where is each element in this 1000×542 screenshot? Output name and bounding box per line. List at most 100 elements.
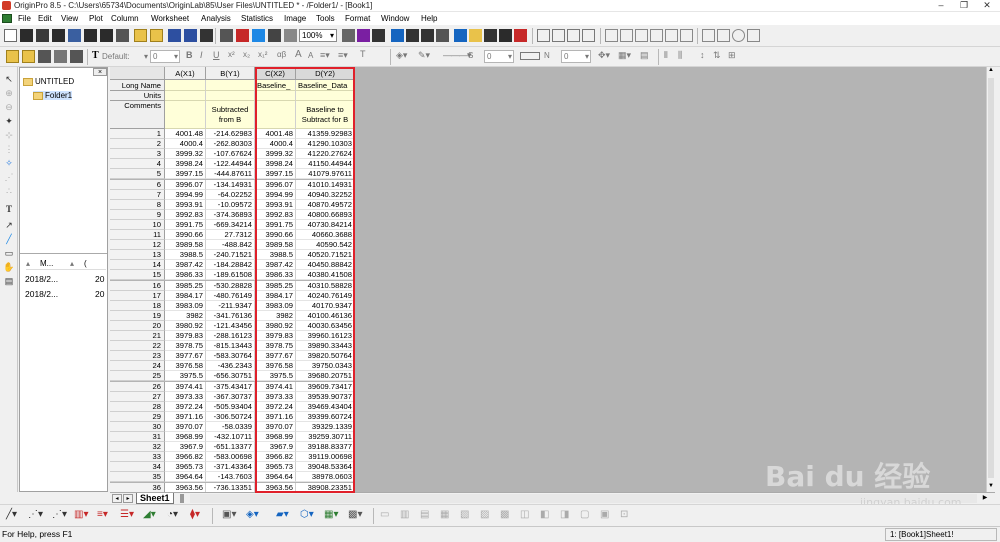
line-width-select[interactable]: 0 ▾: [484, 50, 514, 63]
table-cell[interactable]: 40240.76149: [296, 290, 355, 301]
menu-window[interactable]: Window: [378, 12, 412, 25]
table-cell[interactable]: 40450.88842: [296, 260, 355, 271]
open-template-icon[interactable]: [150, 29, 163, 42]
table-cell[interactable]: 3968.99: [255, 432, 296, 442]
table-cell[interactable]: 3991.75: [255, 219, 296, 230]
table-cell[interactable]: 3993.91: [165, 199, 206, 210]
table-cell[interactable]: -306.50724: [206, 411, 255, 422]
project-explorer-icon[interactable]: [391, 29, 404, 42]
table-cell[interactable]: 3967.9: [255, 442, 296, 453]
table-cell[interactable]: 39399.60724: [296, 411, 355, 422]
new-project-icon[interactable]: [4, 29, 17, 42]
table-cell[interactable]: 3984.17: [255, 290, 296, 301]
row-number[interactable]: 35: [110, 472, 165, 483]
distribute-v-icon[interactable]: ⫼: [678, 50, 682, 61]
table-cell[interactable]: -211.9347: [206, 300, 255, 311]
area-plot-icon[interactable]: ◢▾: [143, 509, 156, 520]
menu-edit[interactable]: Edit: [35, 12, 55, 25]
fit-icon[interactable]: ⊞: [728, 50, 736, 61]
label-cell[interactable]: Baseline_Data: [296, 80, 355, 91]
menu-file[interactable]: File: [15, 12, 34, 25]
table-cell[interactable]: -122.44944: [206, 159, 255, 170]
table-cell[interactable]: 3978.75: [165, 341, 206, 352]
new-window-icon[interactable]: [514, 29, 527, 42]
hand-tool-icon[interactable]: ✋: [2, 261, 16, 273]
table-cell[interactable]: 3998.24: [165, 159, 206, 170]
table-cell[interactable]: 39960.16123: [296, 331, 355, 341]
new-workbook-icon[interactable]: [20, 29, 33, 42]
row-number[interactable]: 4: [110, 159, 165, 170]
symbol-shape-icon[interactable]: [520, 52, 540, 60]
menu-format[interactable]: Format: [342, 12, 373, 25]
3d-bar-icon[interactable]: ▰▾: [276, 509, 289, 520]
menu-column[interactable]: Column: [108, 12, 142, 25]
table-cell[interactable]: 3982: [165, 310, 206, 321]
table-cell[interactable]: 3975.5: [255, 371, 296, 382]
table-cell[interactable]: 3996.07: [165, 179, 206, 190]
table-cell[interactable]: 3985.25: [165, 280, 206, 291]
table-cell[interactable]: -583.00698: [206, 452, 255, 463]
code-builder-icon[interactable]: [454, 29, 467, 42]
table-cell[interactable]: 3990.66: [165, 230, 206, 240]
layer4-icon[interactable]: ▧: [460, 509, 469, 520]
region-icon[interactable]: ⋰: [2, 171, 16, 183]
tab-sheet1[interactable]: Sheet1: [136, 493, 174, 504]
menu-plot[interactable]: Plot: [86, 12, 106, 25]
table-cell[interactable]: 40660.3688: [296, 230, 355, 240]
line-style-icon[interactable]: ———▾: [443, 50, 472, 61]
table-cell[interactable]: -262.80303: [206, 139, 255, 150]
table-cell[interactable]: 3976.58: [165, 361, 206, 372]
stack-plot-icon[interactable]: ☰▾: [120, 509, 134, 520]
table-cell[interactable]: -444.87611: [206, 169, 255, 180]
table-cell[interactable]: 3963.56: [165, 482, 206, 493]
ungroup-icon[interactable]: [717, 29, 730, 42]
open-icon[interactable]: [134, 29, 147, 42]
list-item[interactable]: 2018/2... 20: [25, 274, 106, 284]
table-cell[interactable]: -669.34214: [206, 219, 255, 230]
bar-plot-icon[interactable]: ≡▾: [97, 509, 108, 520]
mask-points-icon[interactable]: ∴: [2, 185, 16, 197]
column-plot-icon[interactable]: ▥▾: [74, 509, 88, 520]
table-cell[interactable]: 3966.82: [165, 452, 206, 463]
table-cell[interactable]: 3989.58: [255, 240, 296, 251]
table-cell[interactable]: 3984.17: [165, 290, 206, 301]
label-cell[interactable]: [255, 91, 296, 101]
table-cell[interactable]: 40870.49572: [296, 199, 355, 210]
zoom-in-icon[interactable]: ⊕: [2, 87, 16, 99]
layer9-icon[interactable]: ◨: [560, 509, 569, 520]
table-cell[interactable]: 3968.99: [165, 432, 206, 442]
fill-icon[interactable]: [284, 29, 297, 42]
table-cell[interactable]: 3977.67: [165, 351, 206, 362]
table-cell[interactable]: 4000.4: [255, 139, 296, 150]
layer8-icon[interactable]: ◧: [540, 509, 549, 520]
table-cell[interactable]: 39329.1339: [296, 421, 355, 432]
row-number[interactable]: 10: [110, 219, 165, 230]
new-function-icon[interactable]: [84, 29, 97, 42]
bold-button[interactable]: B: [186, 50, 193, 60]
table-cell[interactable]: 41220.27624: [296, 149, 355, 160]
worksheet-menu-icon[interactable]: [2, 14, 12, 23]
layer10-icon[interactable]: ▢: [580, 509, 589, 520]
font-size-select[interactable]: 0 ▾: [150, 50, 180, 63]
table-cell[interactable]: 3980.92: [165, 320, 206, 331]
row-number[interactable]: 34: [110, 462, 165, 473]
row-number[interactable]: 6: [110, 179, 165, 190]
table-cell[interactable]: -815.13443: [206, 341, 255, 352]
table-cell[interactable]: -10.09572: [206, 199, 255, 210]
table-cell[interactable]: 3971.16: [165, 411, 206, 422]
new-layout-icon[interactable]: [100, 29, 113, 42]
row-number[interactable]: 23: [110, 351, 165, 362]
align-bottom-icon[interactable]: [582, 29, 595, 42]
table-cell[interactable]: 39119.00698: [296, 452, 355, 463]
column-header[interactable]: D(Y2): [296, 67, 355, 80]
table-cell[interactable]: 41150.44944: [296, 159, 355, 170]
import-ascii-icon[interactable]: [252, 29, 265, 42]
table-cell[interactable]: 3986.33: [165, 270, 206, 281]
table-cell[interactable]: -121.43456: [206, 320, 255, 331]
table-cell[interactable]: 3992.83: [255, 209, 296, 220]
table-cell[interactable]: 40030.63456: [296, 320, 355, 331]
align-text-icon[interactable]: ≡▾: [320, 50, 330, 61]
rectangle-tool-icon[interactable]: ▭: [2, 247, 16, 259]
table-cell[interactable]: 39890.33443: [296, 341, 355, 352]
table-cell[interactable]: 3972.24: [165, 401, 206, 412]
